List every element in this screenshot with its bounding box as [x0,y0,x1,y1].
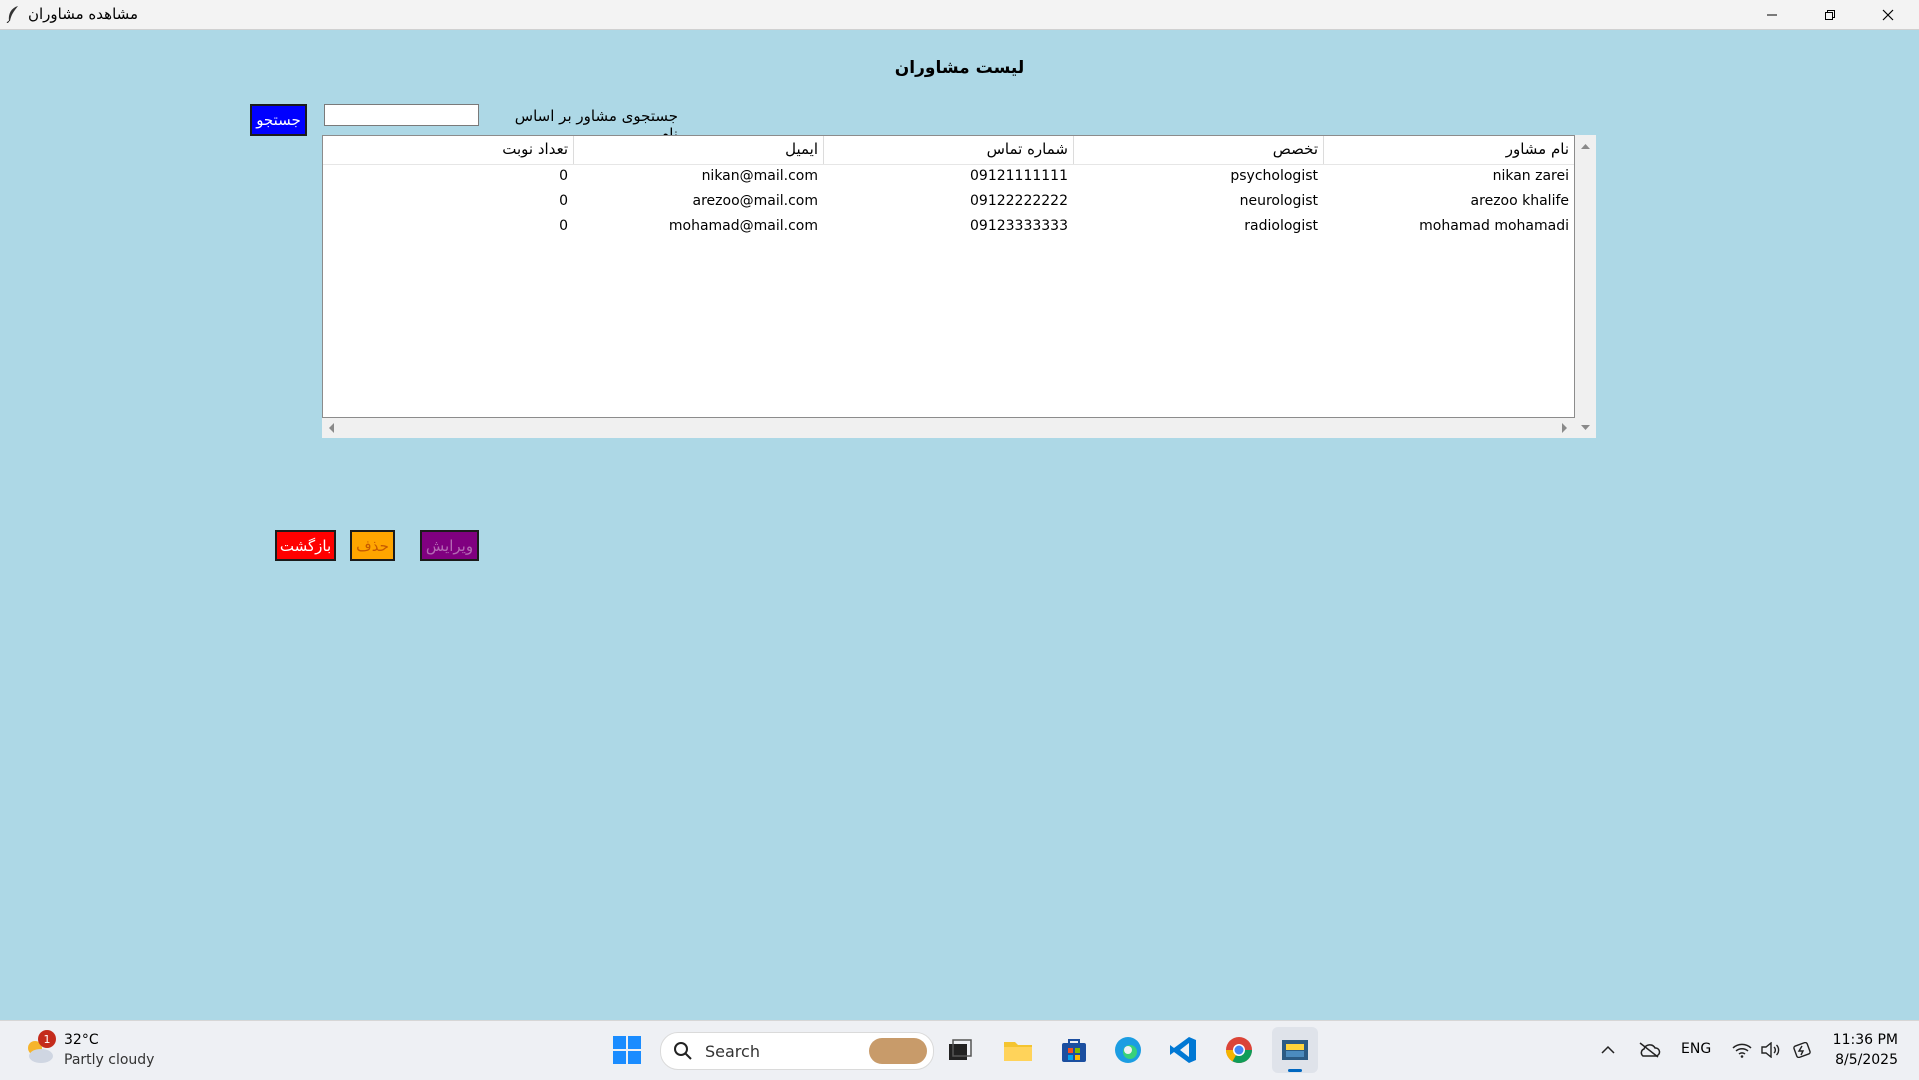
edit-button[interactable]: ویرایش [420,530,479,561]
language-indicator[interactable]: ENG [1681,1041,1711,1057]
task-view-icon [949,1039,972,1060]
speaker-icon [1761,1042,1780,1058]
weather-widget[interactable]: 1 [20,1030,58,1070]
cell-name: arezoo khalife [1470,193,1569,209]
search-icon [674,1042,692,1060]
search-highlight-icon [869,1038,927,1064]
minimize-button[interactable] [1743,0,1801,29]
python-app-icon[interactable] [1272,1027,1318,1073]
title-bar: مشاهده مشاوران [0,0,1919,30]
column-header-specialty[interactable]: تخصص [1073,136,1323,164]
cell-name: mohamad mohamadi [1419,218,1569,234]
advisors-table[interactable]: تعداد نوبت ایمیل شماره تماس تخصص نام مشا… [322,135,1575,418]
column-header-email[interactable]: ایمیل [573,136,823,164]
cloud-offline-icon [1639,1042,1661,1058]
taskbar-search[interactable]: Search [660,1032,934,1070]
minimize-icon [1767,14,1777,15]
column-header-appointments[interactable]: تعداد نوبت [323,136,573,164]
volume-icon[interactable] [1758,1038,1782,1062]
search-button[interactable]: جستجو [250,104,307,136]
file-explorer-icon[interactable] [998,1030,1038,1070]
scroll-left-icon[interactable] [324,418,340,438]
temperature: 32°C [64,1032,99,1048]
cell-appointments: 0 [559,168,568,184]
cell-specialty: psychologist [1230,168,1318,184]
table-row[interactable]: 0 mohamad@mail.com 09123333333 radiologi… [323,215,1574,240]
column-header-phone[interactable]: شماره تماس [823,136,1073,164]
cell-email: nikan@mail.com [701,168,818,184]
weather-badge: 1 [38,1030,56,1048]
cell-specialty: neurologist [1239,193,1318,209]
show-hidden-icons-button[interactable] [1596,1038,1620,1062]
restore-button[interactable] [1801,0,1859,29]
cell-phone: 09123333333 [970,218,1068,234]
store-icon[interactable] [1054,1030,1094,1070]
folder-icon [1004,1042,1032,1061]
cell-appointments: 0 [559,218,568,234]
taskbar: 1 32°C Partly cloudy Search ENG 11:36 PM… [0,1020,1919,1080]
chrome-icon[interactable] [1219,1030,1259,1070]
vscode-icon [1170,1037,1196,1063]
restore-icon [1825,9,1835,20]
cell-appointments: 0 [559,193,568,209]
back-button[interactable]: بازگشت [275,530,336,561]
delete-button[interactable]: حذف [350,530,395,561]
table-row[interactable]: 0 arezoo@mail.com 09122222222 neurologis… [323,190,1574,215]
wifi-icon [1732,1043,1752,1058]
scroll-down-icon[interactable] [1575,420,1596,436]
battery-charging-icon [1793,1042,1811,1058]
search-input[interactable] [324,104,479,126]
close-button[interactable] [1859,0,1917,29]
task-view-icon[interactable] [940,1030,980,1070]
page-title: لیست مشاوران [894,58,1025,78]
store-icon [1062,1039,1086,1062]
wifi-icon[interactable] [1730,1038,1754,1062]
search-placeholder: Search [705,1041,760,1061]
cell-name: nikan zarei [1492,168,1569,184]
start-button[interactable] [607,1030,647,1070]
cell-specialty: radiologist [1244,218,1318,234]
horizontal-scrollbar[interactable] [322,418,1575,438]
cell-email: arezoo@mail.com [692,193,818,209]
scroll-right-icon[interactable] [1556,418,1572,438]
window-title: مشاهده مشاوران [28,5,139,23]
chrome-icon [1225,1037,1253,1064]
battery-icon[interactable] [1790,1038,1814,1062]
vertical-scrollbar[interactable] [1575,135,1596,438]
cell-phone: 09121111111 [970,168,1068,184]
vscode-icon[interactable] [1163,1030,1203,1070]
table-header: تعداد نوبت ایمیل شماره تماس تخصص نام مشا… [323,136,1574,165]
edge-browser-icon[interactable] [1108,1030,1148,1070]
clock-date[interactable]: 8/5/2025 [1832,1052,1898,1068]
table-row[interactable]: 0 nikan@mail.com 09121111111 psychologis… [323,165,1574,190]
cell-email: mohamad@mail.com [668,218,818,234]
close-icon [1882,9,1894,20]
column-header-name[interactable]: نام مشاور [1323,136,1574,164]
feather-icon [6,6,18,23]
weather-condition: Partly cloudy [64,1052,155,1068]
python-icon [1282,1040,1308,1060]
chevron-up-icon [1601,1045,1615,1054]
windows-icon [613,1036,641,1064]
edge-icon [1115,1037,1141,1063]
clock-time[interactable]: 11:36 PM [1832,1032,1898,1048]
cell-phone: 09122222222 [970,193,1068,209]
active-app-indicator [1288,1069,1302,1072]
scroll-up-icon[interactable] [1575,139,1596,155]
onedrive-icon[interactable] [1636,1038,1662,1062]
